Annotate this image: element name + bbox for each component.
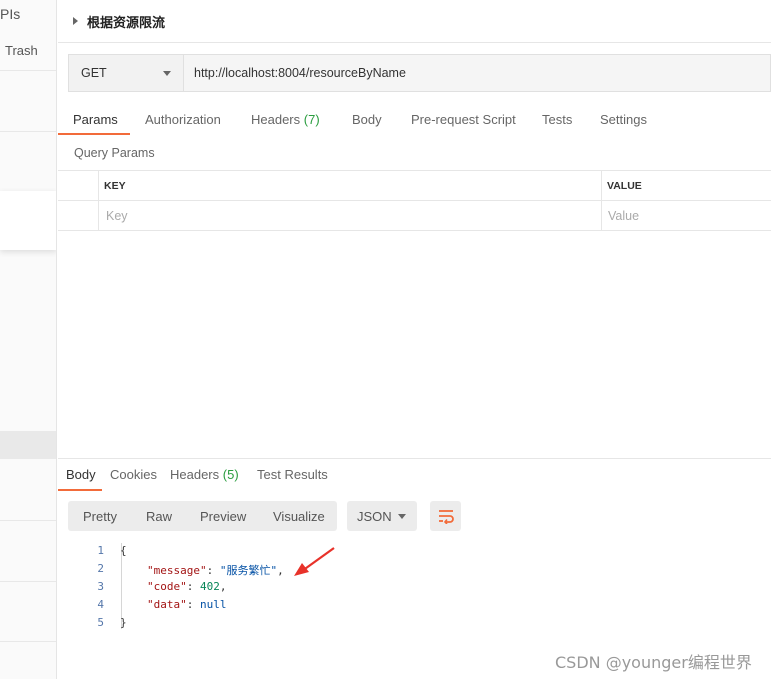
sidebar-selected-item[interactable] [0, 431, 56, 459]
json-open-brace: { [120, 544, 127, 557]
wrap-lines-icon [438, 510, 454, 524]
tab-headers-count: (7) [303, 112, 320, 127]
annotation-arrow-icon [294, 547, 335, 576]
tab-headers[interactable]: Headers (7) [251, 106, 320, 137]
response-tab-headers[interactable]: Headers (5) [170, 467, 239, 482]
view-raw-button[interactable]: Raw [146, 509, 172, 524]
sidebar-divider [0, 641, 56, 642]
json-line-code: "code": 402, [147, 580, 227, 593]
column-divider [601, 171, 602, 201]
wrap-lines-button[interactable] [430, 501, 461, 531]
column-header-value: VALUE [607, 180, 642, 192]
request-title[interactable]: 根据资源限流 [87, 12, 165, 31]
active-response-tab-indicator [58, 489, 102, 491]
response-divider[interactable] [58, 458, 771, 459]
view-visualize-button[interactable]: Visualize [273, 509, 325, 524]
json-line-data: "data": null [147, 598, 227, 611]
key-input[interactable]: Key [106, 209, 128, 223]
tab-tests[interactable]: Tests [542, 106, 572, 137]
json-value: 402 [200, 580, 220, 593]
chevron-down-icon [398, 514, 406, 519]
json-key: "message" [147, 564, 207, 577]
view-pretty-button[interactable]: Pretty [83, 509, 117, 524]
tab-headers-label: Headers [251, 112, 301, 127]
line-number: 3 [97, 580, 104, 593]
response-tab-test-results[interactable]: Test Results [257, 467, 328, 482]
column-header-key: KEY [104, 180, 126, 192]
response-body[interactable]: 1 2 3 4 5 { "message": "服务繁忙", "code": 4… [58, 541, 771, 641]
tab-body[interactable]: Body [352, 106, 382, 137]
json-value: null [200, 598, 227, 611]
params-input-row: Key Value [58, 201, 771, 231]
json-key: "code" [147, 580, 187, 593]
sidebar-item-trash[interactable]: Trash [5, 43, 38, 58]
request-header: 根据资源限流 [58, 0, 771, 43]
url-bar: GET http://localhost:8004/resourceByName [68, 54, 771, 92]
watermark: CSDN @younger编程世界 [555, 653, 752, 672]
request-panel: 根据资源限流 GET http://localhost:8004/resourc… [58, 0, 771, 679]
json-key: "data" [147, 598, 187, 611]
tab-pre-request-script[interactable]: Pre-request Script [411, 106, 516, 137]
response-tab-body[interactable]: Body [66, 467, 96, 482]
query-params-title: Query Params [74, 146, 155, 160]
response-tab-cookies[interactable]: Cookies [110, 467, 157, 482]
active-tab-indicator [58, 133, 130, 135]
response-tab-headers-count: (5) [222, 467, 239, 482]
value-input[interactable]: Value [608, 209, 639, 223]
json-line-message: "message": "服务繁忙", [147, 564, 284, 577]
sidebar-collection-card[interactable] [0, 191, 56, 250]
tab-authorization[interactable]: Authorization [145, 106, 221, 137]
json-close-brace: } [120, 616, 127, 629]
caret-right-icon[interactable] [73, 17, 78, 25]
sidebar-divider [0, 131, 56, 132]
url-input[interactable]: http://localhost:8004/resourceByName [184, 66, 406, 80]
method-label: GET [81, 66, 107, 80]
view-preview-button[interactable]: Preview [200, 509, 246, 524]
sidebar-divider [0, 520, 56, 521]
view-mode-group: Pretty Raw Preview Visualize [68, 501, 337, 531]
line-number: 5 [97, 616, 104, 629]
response-tab-headers-label: Headers [170, 467, 220, 482]
method-select[interactable]: GET [69, 55, 184, 91]
params-table: KEY VALUE Key Value [58, 170, 771, 231]
format-label: JSON [357, 509, 392, 524]
chevron-down-icon [163, 70, 171, 76]
json-value: "服务繁忙" [219, 564, 278, 577]
line-number: 2 [97, 562, 104, 575]
sidebar-divider [0, 581, 56, 582]
column-divider [98, 171, 99, 201]
sidebar-divider [0, 70, 56, 71]
column-divider [98, 201, 99, 231]
tab-settings[interactable]: Settings [600, 106, 647, 137]
sidebar: PIs Trash [0, 0, 57, 679]
line-number: 1 [97, 544, 104, 557]
format-select[interactable]: JSON [347, 501, 417, 531]
sidebar-item-apis[interactable]: PIs [0, 6, 20, 22]
params-header-row: KEY VALUE [58, 171, 771, 201]
column-divider [601, 201, 602, 231]
line-number: 4 [97, 598, 104, 611]
